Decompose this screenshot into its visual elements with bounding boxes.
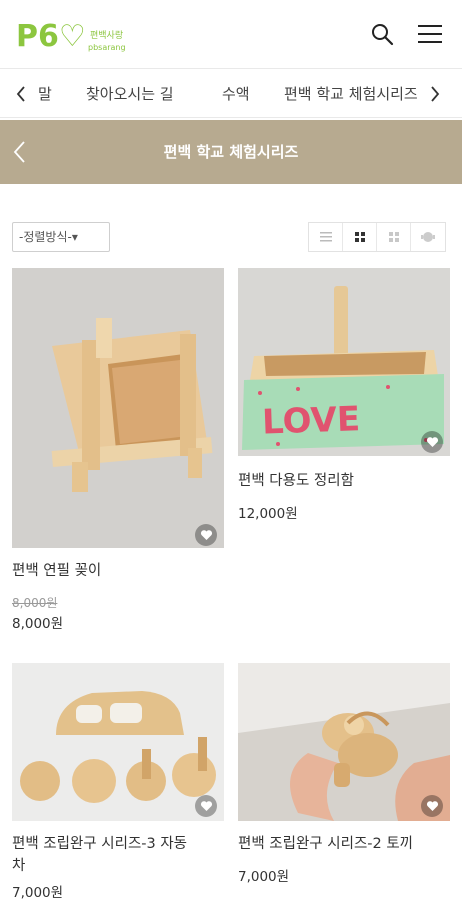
product-name[interactable]: 편백 연필 꽂이 — [12, 560, 224, 582]
product-card[interactable]: 편백 조립완구 시리즈-2 토끼 7,000원 — [238, 663, 450, 900]
logo-sub-kr: 편백사랑 — [90, 29, 123, 41]
category-item-horse[interactable]: 말 — [38, 83, 52, 104]
category-item-directions[interactable]: 찾아오시는 길 — [86, 83, 174, 104]
site-logo[interactable]: P6♡ 편백사랑 pbsarang — [16, 14, 131, 56]
chevron-left-icon[interactable] — [10, 69, 32, 117]
page-title-bar: 편백 학교 체험시리즈 — [0, 120, 462, 184]
product-name[interactable]: 편백 조립완구 시리즈-3 자동 차 — [12, 833, 224, 877]
product-price: 7,000원 — [238, 869, 290, 885]
product-image[interactable] — [12, 663, 224, 821]
product-card[interactable]: 편백 조립완구 시리즈-3 자동 차 7,000원 — [12, 663, 224, 900]
chevron-right-icon[interactable] — [424, 69, 446, 117]
page-title: 편백 학교 체험시리즈 — [163, 143, 299, 161]
product-name-line-1: 편백 조립완구 시리즈-3 자동 — [12, 836, 188, 852]
wishlist-heart-icon[interactable] — [195, 524, 217, 546]
list-view-icon[interactable] — [309, 223, 343, 251]
wishlist-heart-icon[interactable] — [421, 795, 443, 817]
logo-mark: P6♡ — [16, 19, 86, 54]
hamburger-menu-icon[interactable] — [416, 22, 444, 46]
wishlist-heart-icon[interactable] — [195, 795, 217, 817]
category-nav: 말 찾아오시는 길 수액 편백 학교 체험시리즈 — [0, 68, 462, 118]
back-arrow-icon[interactable] — [8, 138, 34, 166]
category-item-school-series[interactable]: 편백 학교 체험시리즈 — [284, 83, 418, 104]
wishlist-heart-icon[interactable] — [421, 431, 443, 453]
search-icon[interactable] — [370, 22, 396, 48]
view-mode-switcher — [308, 222, 446, 252]
category-item-sap[interactable]: 수액 — [222, 83, 250, 104]
product-name-line-2: 차 — [12, 858, 26, 874]
product-image[interactable] — [238, 663, 450, 821]
product-card[interactable]: 편백 연필 꽂이 8,000원 8,000원 — [12, 268, 224, 638]
product-original-price: 8,000원 — [12, 596, 58, 610]
image-love-text: LOVE — [261, 399, 360, 442]
site-header: P6♡ 편백사랑 pbsarang — [0, 0, 462, 68]
sort-select[interactable]: -정렬방식-▾ — [12, 222, 110, 252]
product-price: 12,000원 — [238, 506, 298, 522]
product-card[interactable]: LOVE 편백 다용도 정리함 12,000원 — [238, 268, 450, 528]
product-name[interactable]: 편백 다용도 정리함 — [238, 470, 450, 492]
product-price: 8,000원 — [12, 616, 64, 632]
product-name[interactable]: 편백 조립완구 시리즈-2 토끼 — [238, 833, 450, 855]
product-image[interactable]: LOVE — [238, 268, 450, 456]
grid-2-view-icon[interactable] — [343, 223, 377, 251]
grid-3-view-icon[interactable] — [377, 223, 411, 251]
gallery-view-icon[interactable] — [411, 223, 445, 251]
product-image[interactable] — [12, 268, 224, 548]
product-price: 7,000원 — [12, 885, 64, 900]
logo-sub-en: pbsarang — [88, 43, 126, 52]
category-nav-track: 말 찾아오시는 길 수액 편백 학교 체험시리즈 — [0, 69, 424, 117]
